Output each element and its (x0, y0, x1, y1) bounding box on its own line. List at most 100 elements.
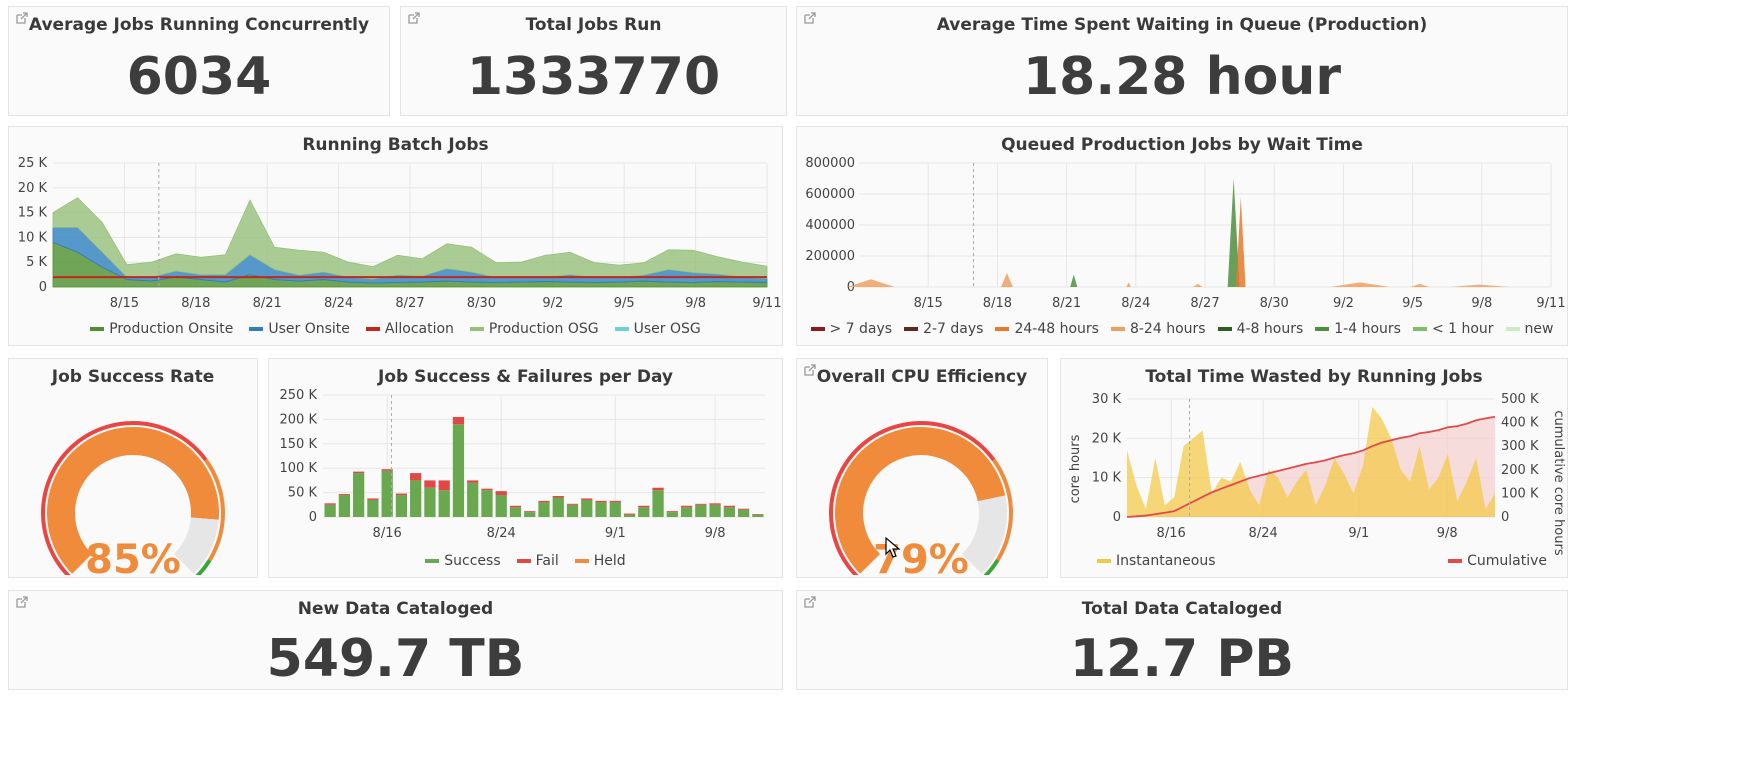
legend-item[interactable]: 4-8 hours (1217, 321, 1304, 337)
y-tick-label-right: 200 K (1501, 463, 1539, 478)
bar-success (338, 495, 351, 517)
y-tick-label: 150 K (280, 437, 318, 452)
panel-title: Job Success & Failures per Day (378, 367, 673, 387)
legend-item[interactable]: 2-7 days (904, 321, 983, 337)
running-jobs-chart[interactable]: 0 5 K 10 K 15 K 20 K 25 K 8/15 8/18 8/21 8/24 8/27… (9, 155, 782, 330)
queue-spike (1000, 273, 1013, 287)
legend-swatch (516, 559, 531, 563)
bar-success (566, 504, 579, 517)
bar-fail (538, 500, 550, 503)
y-tick-label: 25 K (18, 156, 48, 171)
x-tick-label: 8/21 (253, 296, 282, 311)
legend-label: User Onsite (268, 321, 350, 337)
y-tick-label: 50 K (288, 486, 318, 501)
legend-item[interactable]: > 7 days (810, 321, 893, 337)
x-tick-label: 8/24 (324, 296, 353, 311)
new-data-panel: New Data Cataloged 549.7 TB (8, 590, 783, 690)
bar-fail (666, 511, 678, 513)
bar-success (509, 507, 522, 517)
panel-title: Running Batch Jobs (302, 135, 489, 155)
y-tick-label-left: 10 K (1092, 471, 1122, 486)
total-jobs-panel: Total Jobs Run 1333770 (400, 6, 787, 116)
x-tick-label: 8/18 (181, 296, 210, 311)
x-tick-label: 9/11 (752, 296, 781, 311)
queue-spike (1126, 282, 1132, 287)
legend-label: Production Onsite (109, 321, 234, 337)
legend-item[interactable]: 1-4 hours (1315, 321, 1401, 337)
bar-fail (609, 500, 621, 503)
stat-value: 6034 (126, 47, 272, 107)
legend-swatch (1217, 327, 1232, 331)
x-tick-label: 9/11 (1536, 296, 1565, 311)
bar-fail (338, 494, 351, 496)
stat-value: 12.7 PB (1069, 629, 1295, 689)
x-tick-label: 8/18 (983, 296, 1012, 311)
bar-success (538, 502, 550, 517)
bar-success (695, 504, 707, 517)
mouse-cursor-icon (885, 536, 901, 563)
bar-fail (695, 503, 707, 505)
legend-label: < 1 hour (1431, 321, 1494, 337)
time-wasted-chart[interactable]: core hours cumulative core hours 0 10 K 20… (1061, 387, 1567, 562)
bar-success (481, 490, 493, 517)
bar-success (666, 512, 678, 517)
success-rate-panel: Job Success Rate 85% (8, 358, 258, 578)
legend-label: > 7 days (829, 321, 893, 337)
legend-item[interactable]: Held (574, 553, 626, 569)
daily-legend: Success Fail Held (269, 553, 782, 569)
bar-success (367, 499, 379, 517)
x-tick-label: 9/5 (614, 296, 635, 311)
bar-fail (566, 503, 579, 505)
bar-fail (581, 498, 593, 500)
legend-item[interactable]: 8-24 hours (1110, 321, 1206, 337)
y-tick-label: 100 K (280, 461, 318, 476)
legend-swatch (995, 327, 1010, 331)
bar-success (595, 502, 607, 517)
legend-label: 4-8 hours (1236, 321, 1304, 337)
legend-item[interactable]: Production Onsite (90, 321, 233, 337)
legend-swatch (365, 327, 380, 331)
legend-item[interactable]: 24-48 hours (995, 321, 1099, 337)
x-tick-label: 8/27 (395, 296, 424, 311)
x-tick-label: 9/1 (1348, 526, 1369, 541)
queued-jobs-chart[interactable]: 0 200000 400000 600000 800000 8/15 8/18 8/21 8/2… (797, 155, 1567, 330)
bar-fail (595, 500, 607, 503)
total-data-panel: Total Data Cataloged 12.7 PB (796, 590, 1568, 690)
legend-item[interactable]: User OSG (614, 321, 701, 337)
bar-fail (737, 508, 750, 510)
bar-success (723, 507, 735, 517)
legend-item[interactable]: User Onsite (249, 321, 350, 337)
x-tick-label: 9/8 (1437, 526, 1458, 541)
x-tick-label: 9/8 (1471, 296, 1492, 311)
queued-legend: > 7 days 2-7 days 24-48 hours 8-24 hours… (797, 321, 1567, 337)
avg-running-panel: Average Jobs Running Concurrently 6034 (8, 6, 390, 116)
x-tick-label: 8/16 (1157, 526, 1186, 541)
bar-fail (324, 503, 336, 505)
legend-swatch (1315, 327, 1330, 331)
queue-spike (1330, 282, 1390, 287)
queue-spike (1193, 283, 1203, 287)
y-tick-label-left: 20 K (1092, 431, 1122, 446)
stat-value: 18.28 hour (1023, 47, 1341, 107)
legend-item[interactable]: Production OSG (469, 321, 599, 337)
bar-fail (638, 505, 650, 508)
panel-title: Job Success Rate (51, 367, 215, 387)
cpu-efficiency-gauge: 79% (829, 421, 1013, 575)
legend-item[interactable]: Cumulative (1448, 553, 1547, 569)
bar-success (680, 507, 693, 517)
bar-fail (367, 498, 379, 500)
queue-spike (1070, 274, 1078, 287)
daily-jobs-chart[interactable]: 0 50 K 100 K 150 K 200 K 250 K 8/16 8/24 9/1 9/8 (269, 387, 782, 562)
legend-item[interactable]: < 1 hour (1412, 321, 1494, 337)
legend-item[interactable]: Success (425, 553, 501, 569)
bar-success (524, 512, 536, 517)
legend-swatch (904, 327, 919, 331)
legend-item[interactable]: Fail (516, 553, 559, 569)
y-tick-label: 20 K (18, 181, 48, 196)
legend-item[interactable]: Instantaneous (1097, 553, 1216, 569)
legend-item[interactable]: Allocation (365, 321, 454, 337)
panel-title: Overall CPU Efficiency (816, 367, 1028, 387)
legend-label: Allocation (384, 321, 454, 337)
legend-item[interactable]: new (1505, 321, 1553, 337)
x-tick-label: 8/16 (373, 526, 402, 541)
